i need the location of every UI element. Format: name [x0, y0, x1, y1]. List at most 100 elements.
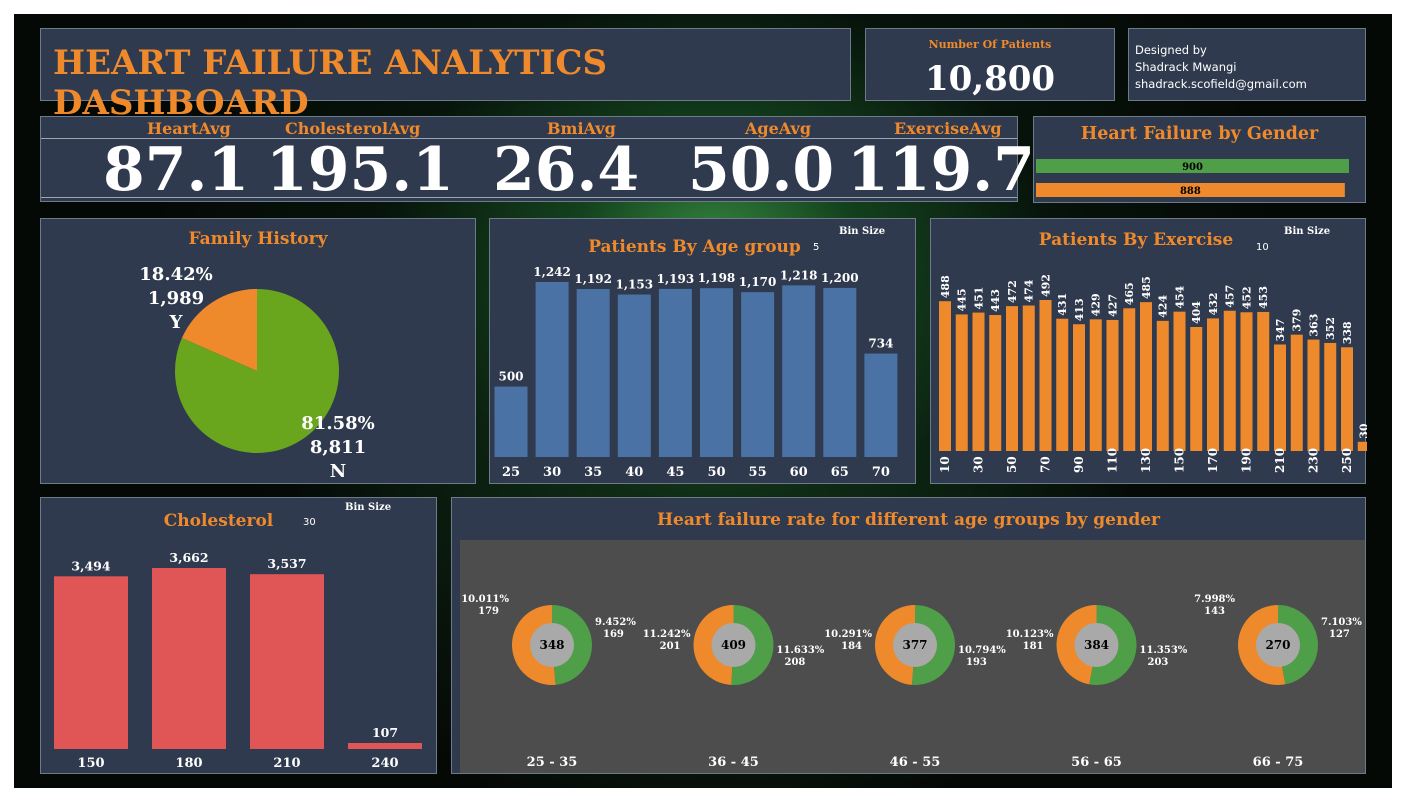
donut-1-orange-count: 201 [660, 641, 681, 652]
exercise-bar-10 [1106, 319, 1119, 451]
age-bar-value-25: 500 [498, 370, 523, 384]
age-bar-value-35: 1,192 [574, 272, 612, 286]
exercise-bar-value-14: 454 [1174, 285, 1187, 308]
exercise-bar-11 [1123, 308, 1136, 451]
age-bar-value-65: 1,200 [821, 271, 859, 285]
cholesterol-bar-150 [54, 576, 128, 749]
exercise-bar-value-24: 338 [1341, 321, 1354, 344]
donut-4-orange-count: 143 [1204, 606, 1225, 617]
age-bar-value-45: 1,193 [657, 272, 695, 286]
age-bar-30 [535, 282, 569, 457]
kpi-exercise-value: 119.7 [847, 135, 1035, 205]
exercise-bar-value-22: 363 [1308, 314, 1321, 337]
donut-1-green-pct: 11.633% [777, 645, 825, 656]
age-tick-45: 45 [666, 465, 684, 480]
exercise-bar-6 [1039, 300, 1052, 451]
donut-3-group-label: 56 - 65 [1071, 755, 1122, 770]
age-bar-55 [741, 292, 775, 457]
patients-label: Number Of Patients [928, 38, 1052, 51]
exercise-tick-230: 230 [1307, 448, 1321, 473]
donut-0-group-label: 25 - 35 [527, 755, 578, 770]
age-bar-value-70: 734 [868, 337, 893, 351]
exercise-bar-13 [1156, 320, 1169, 451]
age-bar-25 [494, 386, 528, 457]
cholesterol-bar-240 [348, 743, 422, 749]
designer-name: Shadrack Mwangi [1135, 60, 1237, 74]
donut-3-orange-pct: 10.123% [1006, 629, 1054, 640]
exercise-bar-23 [1324, 342, 1337, 451]
exercise-bar-value-20: 347 [1274, 319, 1287, 342]
exercise-bar-value-17: 457 [1224, 285, 1237, 308]
exercise-bar-value-6: 492 [1040, 274, 1053, 297]
exercise-bar-value-12: 485 [1140, 276, 1153, 299]
exercise-panel: Patients By Exercise 10 Bin Size 488 445 4… [930, 218, 1367, 484]
pie-label-n-count: 8,811 [310, 437, 366, 458]
cholesterol-tick-150: 150 [77, 756, 104, 771]
exercise-bar-12 [1140, 302, 1152, 451]
pie-label-y-name: Y [169, 312, 184, 333]
pie-label-n-percent: 81.58% [301, 413, 374, 434]
exercise-bar-15 [1190, 327, 1203, 451]
donut-2-group-label: 46 - 55 [890, 755, 941, 770]
cholesterol-tick-210: 210 [273, 756, 300, 771]
designer-email: shadrack.scofield@gmail.com [1135, 77, 1307, 91]
exercise-chart: 488 445 451 443 472 474 492431 413 429 427465 485 4… [938, 274, 1367, 473]
exercise-bar-14 [1173, 311, 1186, 451]
exercise-bar-5 [1022, 305, 1035, 451]
age-tick-65: 65 [831, 465, 849, 480]
exercise-bar-22 [1307, 339, 1320, 451]
age-bar-60 [782, 285, 816, 457]
donut-4-total: 270 [1265, 638, 1290, 652]
age-tick-60: 60 [790, 465, 808, 480]
exercise-bar-8 [1073, 324, 1085, 451]
age-bar-70 [864, 353, 898, 457]
cholesterol-tick-180: 180 [175, 756, 202, 771]
donut-3-green-count: 203 [1148, 657, 1169, 668]
donut-3-orange-count: 181 [1023, 641, 1044, 652]
age-bar-40 [617, 294, 651, 457]
exercise-tick-170: 170 [1206, 448, 1220, 473]
exercise-tick-90: 90 [1072, 456, 1086, 473]
exercise-bar-1 [955, 314, 968, 451]
exercise-bar-19 [1257, 311, 1270, 451]
cholesterol-bar-value-240: 107 [372, 725, 398, 740]
donut-0-green-count: 169 [603, 629, 624, 640]
age-bar-50 [700, 288, 733, 457]
dashboard-title: HEART FAILURE ANALYTICS DASHBOARD [53, 43, 608, 123]
donut-2-total: 377 [902, 638, 927, 652]
pie-label-y-count: 1,989 [148, 288, 204, 309]
exercise-bar-value-13: 424 [1157, 295, 1170, 318]
age-bar-45 [658, 288, 692, 457]
exercise-bar-value-4: 472 [1006, 280, 1019, 303]
donut-2-green-count: 193 [966, 657, 987, 668]
donut-0-green-pct: 9.452% [595, 617, 636, 628]
exercise-bar-value-2: 451 [973, 287, 986, 310]
donut-4-green-pct: 7.103% [1321, 617, 1362, 628]
exercise-tick-50: 50 [1005, 456, 1019, 473]
exercise-bar-value-5: 474 [1023, 279, 1036, 302]
age-tick-40: 40 [625, 465, 643, 480]
exercise-bar-value-16: 432 [1207, 292, 1220, 315]
exercise-bar-value-0: 488 [939, 275, 952, 298]
gender-panel: Heart Failure by Gender 900 888 [1033, 116, 1366, 203]
exercise-tick-70: 70 [1039, 456, 1053, 473]
exercise-bar-17 [1223, 310, 1236, 451]
age-bar-value-30: 1,242 [533, 265, 571, 279]
exercise-bar-value-1: 445 [956, 288, 969, 311]
kpi-bmi-value: 26.4 [493, 135, 640, 205]
cholesterol-bar-value-210: 3,537 [267, 556, 306, 571]
cholesterol-tick-240: 240 [371, 756, 398, 771]
exercise-bar-7 [1056, 318, 1069, 451]
age-tick-50: 50 [707, 465, 725, 480]
kpi-cholesterol-value: 195.1 [266, 135, 454, 205]
age-group-chart: 500 25 1,242 30 1,192 35 1,153 40 1,193 45 1,198 50… [494, 265, 898, 480]
donut-4-orange-pct: 7.998% [1194, 594, 1235, 605]
exercise-bar-21 [1290, 334, 1303, 451]
donut-1-green-count: 208 [785, 657, 806, 668]
cholesterol-bar-210 [250, 574, 324, 749]
kpi-heart-value: 87.1 [103, 135, 250, 205]
cholesterol-bar-value-180: 3,662 [169, 550, 208, 565]
exercise-tick-190: 190 [1240, 448, 1254, 473]
exercise-tick-210: 210 [1273, 448, 1287, 473]
gender-age-panel: Heart failure rate for different age gro… [451, 497, 1366, 774]
